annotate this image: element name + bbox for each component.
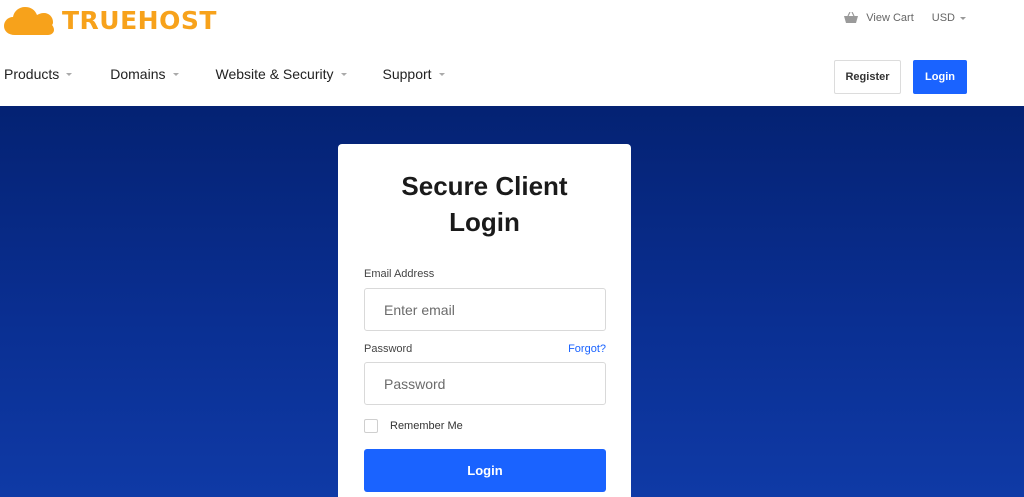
currency-label: USD (931, 12, 955, 24)
chevron-down-icon (960, 16, 966, 20)
basket-icon (844, 12, 859, 23)
remember-me[interactable]: Remember Me (364, 419, 463, 433)
view-cart-link[interactable]: View Cart (844, 12, 914, 24)
login-card: Secure Client Login Email Address Passwo… (338, 144, 631, 497)
header-login-button[interactable]: Login (913, 60, 967, 94)
nav-item-support[interactable]: Support (383, 66, 445, 82)
nav-item-website-security[interactable]: Website & Security (216, 66, 347, 82)
topbar-utilities: View Cart USD (844, 12, 966, 24)
password-label: Password (364, 343, 413, 355)
nav-item-label: Support (382, 66, 432, 82)
main-nav: Products Domains Website & Security Supp… (4, 66, 445, 82)
remember-me-checkbox[interactable] (364, 419, 378, 433)
chevron-down-icon (172, 72, 179, 76)
brand-logo[interactable]: TRUEHOST (4, 6, 217, 36)
nav-item-products[interactable]: Products (4, 66, 73, 82)
chevron-down-icon (66, 72, 73, 76)
nav-item-label: Website & Security (215, 66, 334, 82)
login-title: Secure Client Login (338, 168, 631, 240)
login-title-line1: Secure Client (401, 171, 568, 201)
forgot-password-link[interactable]: Forgot? (568, 343, 606, 355)
email-label: Email Address (364, 268, 435, 280)
chevron-down-icon (340, 72, 347, 76)
brand-name: TRUEHOST (62, 6, 217, 35)
currency-selector[interactable]: USD (932, 12, 966, 24)
nav-item-label: Domains (110, 66, 166, 82)
site-header: TRUEHOST View Cart USD Products Domains … (0, 0, 1024, 106)
nav-item-domains[interactable]: Domains (110, 66, 179, 82)
nav-item-label: Products (4, 66, 60, 82)
password-field[interactable] (364, 362, 606, 405)
cloud-icon (4, 7, 54, 35)
login-title-line2: Login (449, 207, 520, 237)
remember-me-label: Remember Me (390, 420, 463, 432)
register-button[interactable]: Register (834, 60, 901, 94)
view-cart-label: View Cart (866, 12, 914, 24)
login-submit-button[interactable]: Login (364, 449, 606, 492)
chevron-down-icon (438, 72, 445, 76)
email-field[interactable] (364, 288, 606, 331)
